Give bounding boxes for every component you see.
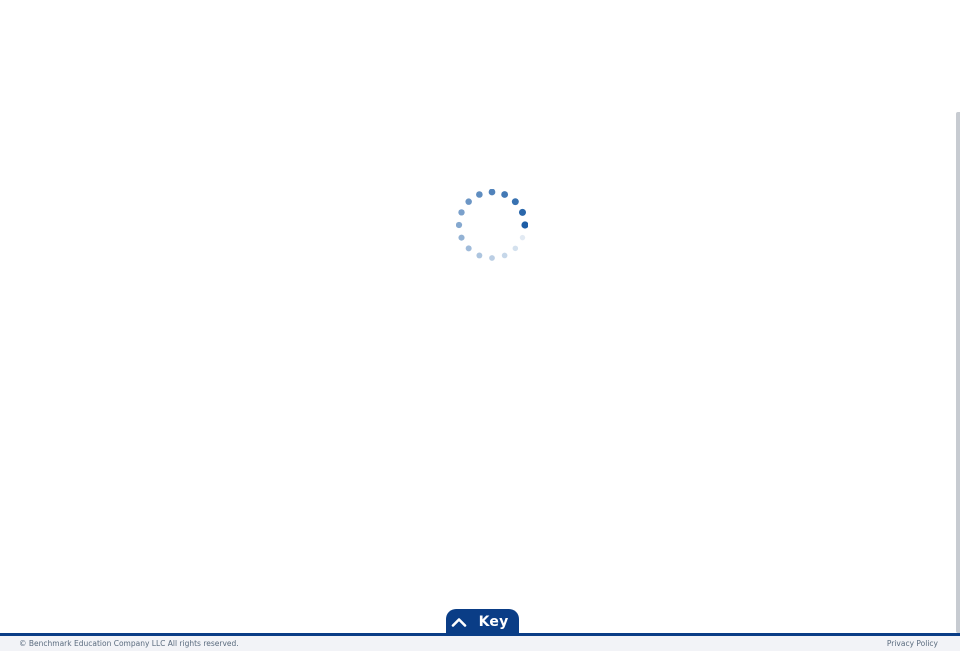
copyright-text: © Benchmark Education Company LLC All ri… (19, 639, 239, 648)
spinner-dot (518, 208, 527, 216)
spinner-dot (458, 209, 465, 216)
spinner-dot (476, 252, 483, 259)
spinner-dot (456, 221, 463, 229)
spinner-dot (465, 198, 472, 205)
key-label: Key (478, 613, 509, 630)
privacy-policy-link[interactable]: Privacy Policy (887, 639, 938, 648)
spinner-dot (511, 198, 519, 206)
scrollbar-thumb[interactable] (956, 112, 960, 633)
spinner-dot (519, 234, 526, 241)
spinner-dot (458, 234, 465, 241)
spinner-dot (489, 255, 495, 261)
spinner-dot (488, 189, 496, 196)
spinner-dot (465, 245, 472, 252)
page: Key © Benchmark Education Company LLC Al… (0, 0, 960, 651)
spinner-icon (456, 189, 528, 261)
spinner-dot (521, 221, 528, 229)
key-toggle-button[interactable]: Key (446, 609, 519, 634)
spinner-dot (501, 252, 508, 259)
spinner-dot (512, 245, 519, 252)
footer: © Benchmark Education Company LLC All ri… (0, 636, 960, 651)
scrollbar[interactable] (956, 0, 960, 633)
content-area (0, 0, 956, 633)
spinner-dot (476, 191, 483, 198)
chevron-up-icon (451, 617, 466, 627)
spinner-dot (501, 191, 509, 198)
